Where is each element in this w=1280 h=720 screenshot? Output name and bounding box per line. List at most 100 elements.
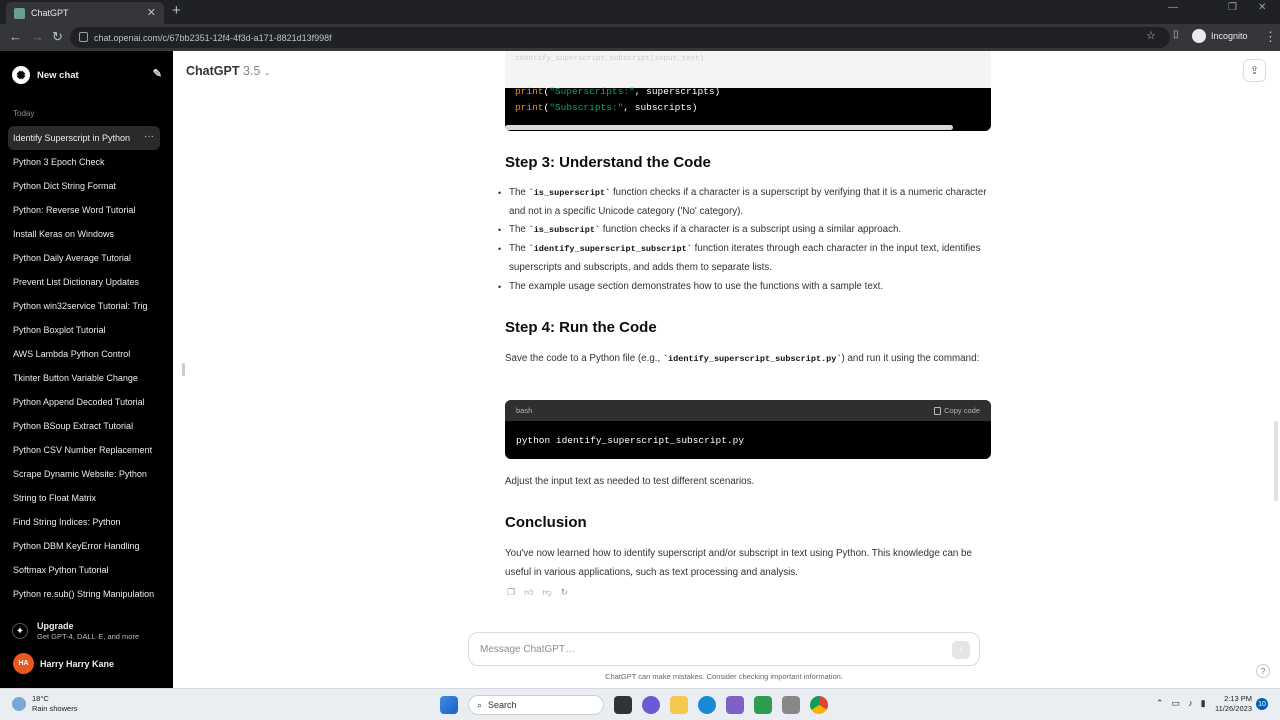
app-icon[interactable] (782, 696, 800, 714)
minimize-icon[interactable]: — (1168, 2, 1178, 13)
thumbs-down-icon[interactable]: 👎︎ (542, 587, 551, 598)
sparkle-icon: ✦ (12, 623, 28, 639)
thumbs-up-icon[interactable]: 👍︎ (524, 587, 533, 598)
step4-heading: Step 4: Run the Code (505, 319, 657, 336)
send-button[interactable]: ↑ (952, 641, 970, 659)
notification-badge[interactable]: 10 (1256, 698, 1268, 710)
app-icon[interactable] (754, 696, 772, 714)
windows-start-icon[interactable] (440, 696, 458, 714)
code-token-string: "Superscripts:" (549, 86, 635, 97)
chat-item[interactable]: String to Float Matrix (8, 486, 160, 510)
window-close-icon[interactable]: ✕ (1258, 2, 1266, 13)
code-line: print("Subscripts:", subscripts) (515, 102, 698, 113)
chevron-up-icon[interactable]: ⌃ (1156, 698, 1164, 709)
volume-icon[interactable]: ♪ (1188, 698, 1193, 709)
model-version: 3.5 (242, 64, 261, 78)
chat-app-icon[interactable] (642, 696, 660, 714)
regenerate-icon[interactable]: ↻ (561, 587, 569, 598)
chat-item[interactable]: Tkinter Button Variable Change (8, 366, 160, 390)
chat-item[interactable]: Python CSV Number Replacement (8, 438, 160, 462)
share-button[interactable]: ⇪ (1243, 59, 1266, 82)
url-field[interactable]: chat.openai.com/c/67bb2351-12f4-4f3d-a17… (70, 27, 1170, 48)
bash-command: python identify_superscript_subscript.py (516, 435, 745, 446)
bookmark-star-icon[interactable]: ☆ (1146, 29, 1156, 42)
chat-item-label: Python Boxplot Tutorial (13, 325, 106, 335)
file-explorer-icon[interactable] (670, 696, 688, 714)
chat-item[interactable]: Python Boxplot Tutorial (8, 318, 160, 342)
forward-icon[interactable]: → (31, 29, 44, 44)
chat-item-label: Softmax Python Tutorial (13, 565, 109, 575)
chat-item[interactable]: Find String Indices: Python (8, 510, 160, 534)
list-item: The `identify_superscript_subscript` fun… (498, 240, 991, 277)
list-item: The `is_subscript` function checks if a … (498, 221, 991, 240)
chat-history-list: Identify Superscript in Python ··· Pytho… (8, 126, 160, 606)
sidebar-collapse-handle[interactable] (182, 363, 185, 376)
back-icon[interactable]: ← (9, 29, 22, 44)
new-tab-icon[interactable]: + (172, 2, 181, 19)
reload-icon[interactable]: ↻ (52, 29, 63, 45)
chat-item-label: Python 3 Epoch Check (13, 157, 105, 167)
tab-close-icon[interactable]: ✕ (147, 6, 156, 19)
chat-item[interactable]: Python DBM KeyError Handling (8, 534, 160, 558)
chat-item[interactable]: AWS Lambda Python Control (8, 342, 160, 366)
side-panel-icon[interactable]: ▯ (1173, 29, 1179, 40)
weather-widget[interactable]: 18°C Rain showers (12, 694, 77, 714)
text: The example usage section demonstrates h… (509, 280, 884, 292)
chat-item[interactable]: Python Append Decoded Tutorial (8, 390, 160, 414)
maximize-icon[interactable]: ❐ (1228, 2, 1237, 13)
chat-item-label: Prevent List Dictionary Updates (13, 277, 140, 287)
text: The (509, 243, 529, 255)
upgrade-subtitle: Get GPT-4, DALL·E, and more (37, 632, 140, 641)
search-icon: ⌕ (477, 699, 483, 710)
task-view-icon[interactable] (614, 696, 632, 714)
chat-item-label: Python Daily Average Tutorial (13, 253, 131, 263)
incognito-indicator: Incognito (1192, 29, 1248, 43)
chat-item[interactable]: Python: Reverse Word Tutorial (8, 198, 160, 222)
app-icon[interactable] (726, 696, 744, 714)
user-profile-button[interactable]: HA Harry Harry Kane (13, 653, 114, 674)
inline-code: `identify_superscript_subscript.py` (662, 354, 842, 364)
chat-item-label: Identify Superscript in Python (13, 133, 131, 143)
chat-item-label: Python DBM KeyError Handling (13, 541, 140, 551)
system-tray: ⌃ ▭ ♪ ▮ (1156, 698, 1206, 709)
chat-item[interactable]: Python Dict String Format (8, 174, 160, 198)
network-icon[interactable]: ▭ (1172, 698, 1181, 709)
bash-code-block: bash Copy code python identify_superscri… (505, 400, 991, 459)
chat-item[interactable]: Install Keras on Windows (8, 222, 160, 246)
chat-item[interactable]: Python 3 Epoch Check (8, 150, 160, 174)
taskbar-search[interactable]: ⌕ Search (468, 695, 604, 715)
copy-code-button[interactable]: Copy code (934, 406, 980, 415)
upgrade-title: Upgrade (37, 621, 74, 631)
site-info-icon[interactable] (79, 32, 88, 42)
chat-item-label: Find String Indices: Python (13, 517, 121, 527)
chat-item-label: String to Float Matrix (13, 493, 97, 503)
copy-icon[interactable]: ❐ (507, 587, 515, 598)
chat-item[interactable]: Softmax Python Tutorial (8, 558, 160, 582)
chevron-down-icon: ⌄ (263, 68, 271, 77)
upgrade-button[interactable]: ✦ Upgrade Get GPT-4, DALL·E, and more (12, 621, 139, 641)
chat-item[interactable]: Python win32service Tutorial: Trig (8, 294, 160, 318)
battery-icon[interactable]: ▮ (1201, 698, 1206, 709)
edit-icon[interactable]: ✎ (153, 67, 162, 80)
chat-item-active[interactable]: Identify Superscript in Python ··· (8, 126, 160, 150)
chat-item[interactable]: Prevent List Dictionary Updates (8, 270, 160, 294)
model-selector[interactable]: ChatGPT 3.5 ⌄ (186, 64, 271, 78)
chat-item[interactable]: Python Daily Average Tutorial (8, 246, 160, 270)
conclusion-paragraph: You've now learned how to identify super… (505, 548, 972, 578)
main-vertical-scrollbar[interactable] (1274, 421, 1278, 501)
help-button[interactable]: ? (1256, 664, 1270, 678)
edge-browser-icon[interactable] (698, 696, 716, 714)
new-chat-button[interactable]: ✺ New chat ✎ (12, 65, 162, 85)
chat-item[interactable]: Scrape Dynamic Website: Python (8, 462, 160, 486)
browser-menu-icon[interactable]: ⋮ (1264, 29, 1277, 45)
more-options-icon[interactable]: ··· (144, 131, 154, 142)
chrome-browser-icon[interactable] (810, 696, 828, 714)
user-name: Harry Harry Kane (40, 658, 115, 669)
address-bar: ← → ↻ chat.openai.com/c/67bb2351-12f4-4f… (0, 24, 1280, 51)
system-clock[interactable]: 2:13 PM 11/26/2023 (1206, 694, 1252, 714)
chat-item[interactable]: Python BSoup Extract Tutorial (8, 414, 160, 438)
browser-tab[interactable]: ChatGPT ✕ (6, 2, 164, 24)
code-horizontal-scrollbar[interactable] (505, 125, 953, 130)
message-input[interactable]: Message ChatGPT… ↑ (468, 632, 980, 666)
chat-item[interactable]: Python re.sub() String Manipulation (8, 582, 160, 606)
